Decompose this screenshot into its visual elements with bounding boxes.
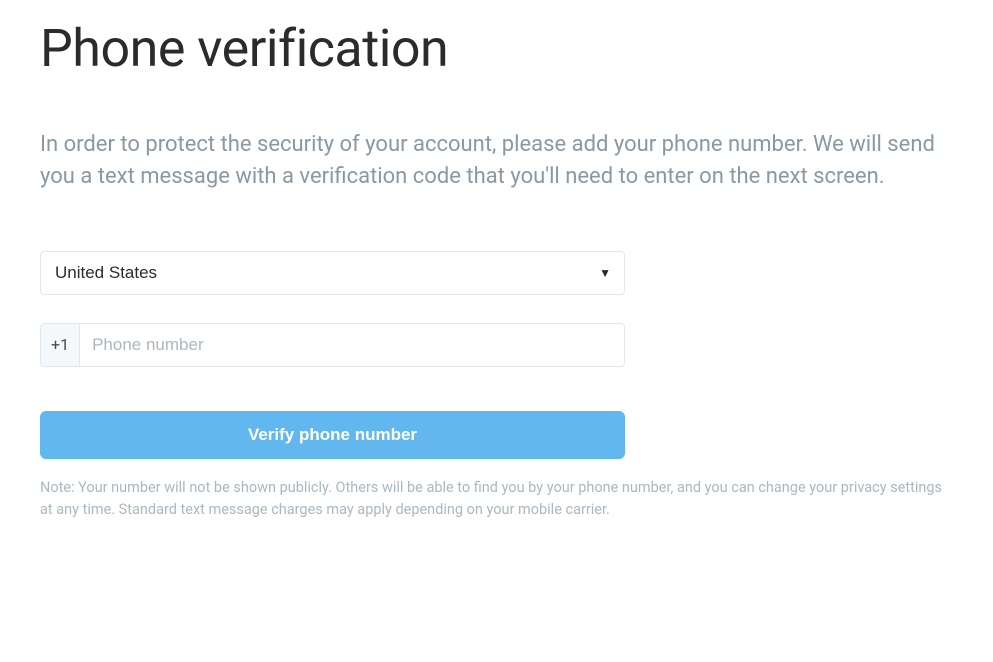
- phone-prefix-label: +1: [40, 323, 79, 367]
- verify-phone-button[interactable]: Verify phone number: [40, 411, 625, 459]
- page-title: Phone verification: [40, 18, 953, 79]
- country-select-wrapper: United States ▼: [40, 251, 625, 295]
- phone-input-group: +1: [40, 323, 625, 367]
- privacy-note: Note: Your number will not be shown publ…: [40, 477, 953, 521]
- description-text: In order to protect the security of your…: [40, 129, 953, 193]
- phone-number-input[interactable]: [79, 323, 625, 367]
- country-select[interactable]: United States: [40, 251, 625, 295]
- phone-verification-form: United States ▼ +1 Verify phone number: [40, 251, 625, 477]
